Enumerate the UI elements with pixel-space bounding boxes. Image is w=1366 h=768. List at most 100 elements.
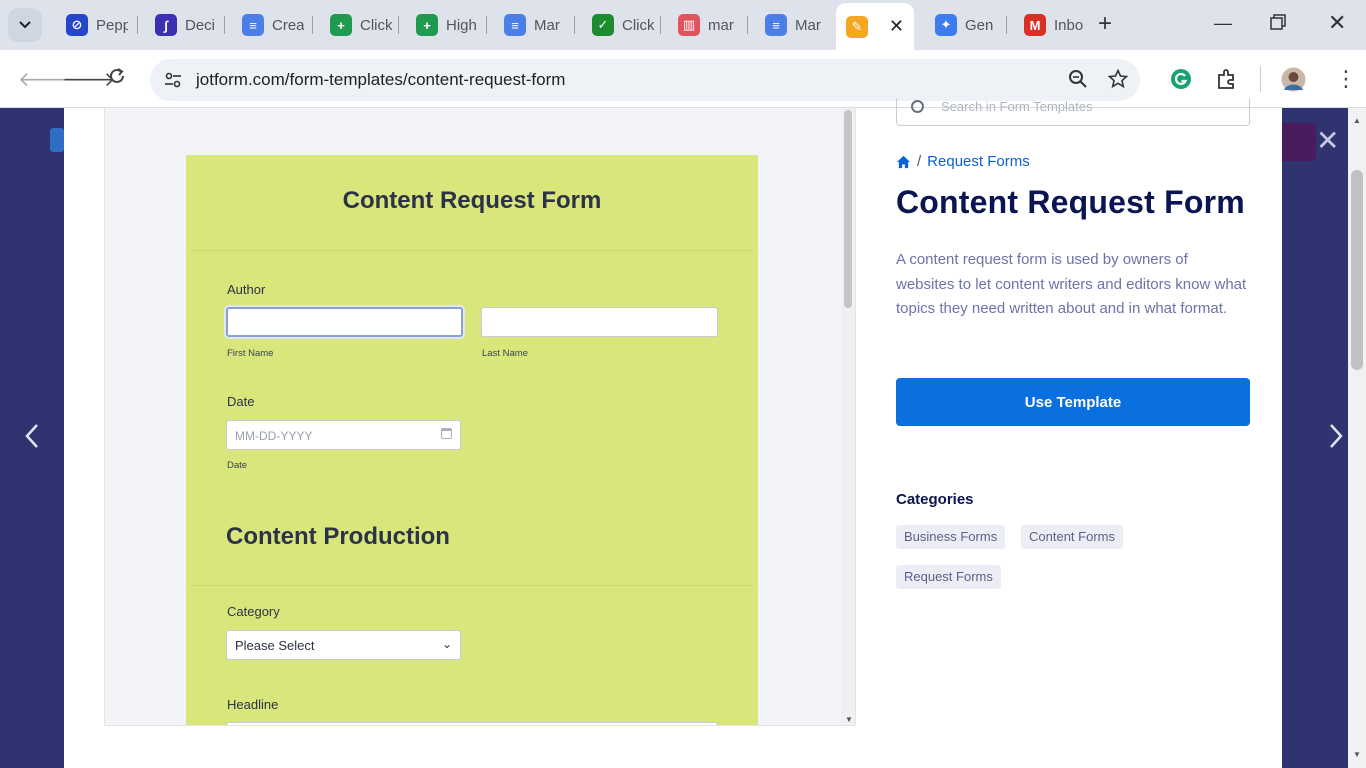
date-placeholder: MM-DD-YYYY [235, 429, 313, 443]
search-icon [911, 100, 924, 113]
template-preview-modal: Content Request Form Author First Name L… [64, 98, 1282, 768]
form-title: Content Request Form [342, 187, 602, 214]
last-name-input[interactable] [481, 307, 718, 337]
first-name-sublabel: First Name [227, 348, 274, 359]
preview-scrollbar[interactable]: ▼ [841, 108, 855, 725]
new-tab-button[interactable]: + [1098, 12, 1112, 36]
reload-icon [110, 68, 124, 83]
tab-title: Pepp [96, 16, 128, 34]
profile-avatar[interactable] [1281, 67, 1306, 97]
search-placeholder: Search in Form Templates [941, 99, 1093, 114]
chevron-down-icon: ⌄ [441, 637, 452, 651]
page-scroll-up-icon[interactable]: ▲ [1353, 116, 1361, 125]
tab-separator [398, 16, 399, 34]
browser-tab[interactable]: ≡ Crea [232, 8, 304, 42]
toolbar-divider [1260, 66, 1261, 92]
headline-label: Headline [227, 697, 279, 712]
breadcrumb: / Request Forms [896, 153, 1030, 170]
tab-search-button[interactable] [8, 8, 42, 42]
form-preview-frame: Content Request Form Author First Name L… [104, 108, 856, 726]
restore-button[interactable] [1270, 14, 1286, 35]
tab-separator [747, 16, 748, 34]
browser-tab-bar: ⊘ Pepp ∫ Deci ≡ Crea + Click + High ≡ Mar ✓ Click ▥ mar… [0, 0, 1366, 50]
form-divider [190, 250, 754, 251]
breadcrumb-separator: / [917, 153, 922, 170]
tab-favicon-icon: ∫ [155, 14, 177, 36]
date-sublabel: Date [227, 460, 248, 471]
browser-tab[interactable]: ≡ Mar [755, 8, 827, 42]
tab-separator [574, 16, 575, 34]
last-name-sublabel: Last Name [482, 348, 528, 359]
tab-favicon-icon: + [330, 14, 352, 36]
browser-tab[interactable]: + Click [320, 8, 392, 42]
page-scrollbar-thumb[interactable] [1351, 170, 1363, 370]
breadcrumb-link[interactable]: Request Forms [927, 153, 1030, 170]
url-text[interactable]: jotform.com/form-templates/content-reque… [196, 70, 565, 90]
modal-close-icon[interactable]: ✕ [1316, 124, 1339, 157]
tab-favicon-icon: ✓ [592, 14, 614, 36]
extensions-icon[interactable] [1216, 68, 1238, 95]
category-select[interactable]: Please Select ⌄ [226, 630, 461, 660]
headline-input[interactable] [226, 722, 718, 725]
tab-title: Mar [795, 16, 821, 34]
zoom-icon[interactable] [1068, 69, 1088, 94]
tab-favicon-icon: ⊘ [66, 14, 88, 36]
tab-title: Mar [534, 16, 560, 34]
chevron-down-icon [19, 21, 31, 29]
browser-menu-icon[interactable]: ⋮ [1335, 66, 1357, 92]
category-chip-request[interactable]: Request Forms [896, 565, 1001, 589]
calendar-icon[interactable] [441, 428, 452, 439]
tab-title: Crea [272, 16, 304, 34]
next-template-arrow-icon[interactable] [1326, 420, 1346, 459]
template-description: A content request form is used by owners… [896, 251, 1247, 317]
tab-close-icon[interactable]: ✕ [889, 16, 904, 37]
browser-tab[interactable]: ✎ ✕ [836, 3, 914, 50]
use-template-button[interactable]: Use Template [896, 378, 1250, 426]
tab-favicon-icon: + [416, 14, 438, 36]
tab-title: Click [622, 16, 654, 34]
browser-tab[interactable]: ⊘ Pepp [56, 8, 128, 42]
home-icon[interactable] [896, 155, 911, 169]
tab-favicon-icon: ▥ [678, 14, 700, 36]
page-scroll-down-icon[interactable]: ▼ [1353, 750, 1361, 759]
browser-tab[interactable]: ✓ Click [582, 8, 654, 42]
author-label: Author [227, 282, 266, 297]
tab-title: Inbo [1054, 16, 1084, 34]
site-info-icon[interactable] [162, 69, 184, 91]
preview-scrollbar-thumb[interactable] [844, 110, 852, 308]
tab-title: Deci [185, 16, 216, 34]
browser-tab[interactable]: M Inbo [1014, 8, 1086, 42]
content-request-form: Content Request Form Author First Name L… [186, 155, 758, 725]
tab-favicon-icon: M [1024, 14, 1046, 36]
tab-separator [224, 16, 225, 34]
jotform-logo [50, 128, 64, 152]
section-title: Content Production [226, 523, 450, 550]
browser-tab[interactable]: ∫ Deci [145, 8, 217, 42]
grammarly-icon[interactable] [1170, 68, 1192, 95]
date-label: Date [227, 394, 255, 409]
tab-favicon-icon: ✦ [935, 14, 957, 36]
close-window-button[interactable]: ✕ [1328, 10, 1346, 36]
category-chip-content[interactable]: Content Forms [1021, 525, 1123, 549]
browser-tab[interactable]: ≡ Mar [494, 8, 566, 42]
tab-separator [312, 16, 313, 34]
browser-tab[interactable]: ✦ Gen [925, 8, 997, 42]
template-search-input[interactable]: Search in Form Templates [896, 98, 1250, 126]
category-chip-business[interactable]: Business Forms [896, 525, 1006, 549]
page-scrollbar[interactable]: ▲ ▼ [1348, 108, 1366, 768]
tab-favicon-icon: ≡ [242, 14, 264, 36]
browser-tab[interactable]: + High [406, 8, 478, 42]
address-bar[interactable]: jotform.com/form-templates/content-reque… [150, 59, 1140, 101]
tab-title: High [446, 16, 477, 34]
categories-heading: Categories [896, 491, 974, 508]
bookmark-star-icon[interactable] [1107, 68, 1129, 94]
tab-separator [137, 16, 138, 34]
scroll-down-arrow-icon[interactable]: ▼ [845, 715, 853, 724]
date-input[interactable]: MM-DD-YYYY [226, 420, 461, 450]
browser-tab[interactable]: ▥ mar [668, 8, 740, 42]
reload-button[interactable] [108, 67, 126, 91]
minimize-button[interactable]: — [1214, 13, 1232, 34]
first-name-input[interactable] [226, 307, 463, 337]
previous-template-arrow-icon[interactable] [22, 420, 42, 459]
tab-separator [486, 16, 487, 34]
